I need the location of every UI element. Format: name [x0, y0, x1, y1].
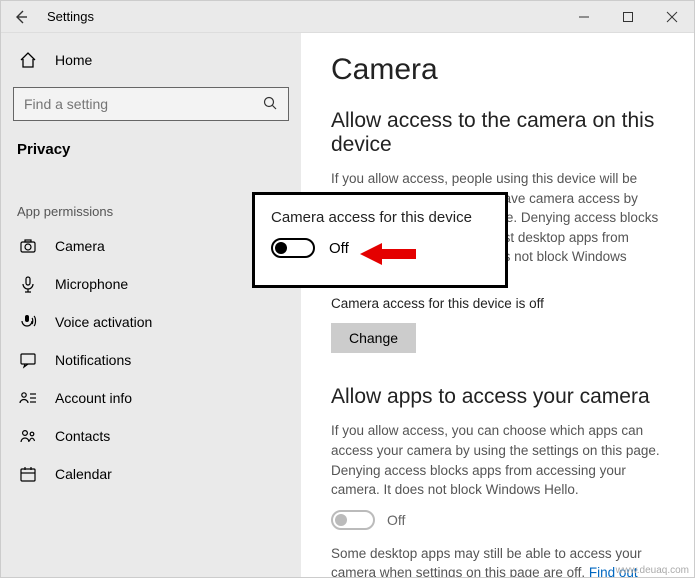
contacts-icon	[19, 427, 37, 445]
toggle-label: Off	[329, 240, 349, 257]
window-body: Home Privacy App permissions Camera	[1, 33, 694, 577]
toggle-track	[271, 238, 315, 258]
toggle-knob	[335, 514, 347, 526]
close-button[interactable]	[650, 1, 694, 33]
maximize-icon	[622, 11, 634, 23]
sidebar-item-label: Microphone	[55, 276, 128, 292]
sidebar-item-label: Contacts	[55, 428, 110, 444]
voice-icon	[19, 313, 37, 331]
maximize-button[interactable]	[606, 1, 650, 33]
content-pane: Camera Allow access to the camera on thi…	[301, 33, 694, 577]
toggle-knob	[275, 242, 287, 254]
section-body-app-access: If you allow access, you can choose whic…	[331, 421, 664, 499]
titlebar: Settings	[1, 1, 694, 33]
sidebar-item-voice-activation[interactable]: Voice activation	[1, 303, 301, 341]
sidebar-item-notifications[interactable]: Notifications	[1, 341, 301, 379]
search-box[interactable]	[13, 87, 289, 121]
close-icon	[666, 11, 678, 23]
microphone-icon	[19, 275, 37, 293]
device-access-toggle[interactable]: Off	[271, 238, 489, 258]
sidebar-item-label: Calendar	[55, 466, 112, 482]
search-input[interactable]	[24, 96, 262, 112]
sidebar-item-label: Account info	[55, 390, 132, 406]
popup-title: Camera access for this device	[271, 209, 489, 226]
watermark: www.deuaq.com	[616, 565, 689, 576]
back-button[interactable]	[1, 9, 41, 25]
sidebar-item-label: Notifications	[55, 352, 131, 368]
desktop-apps-note: Some desktop apps may still be able to a…	[331, 544, 664, 577]
section-title-app-access: Allow apps to access your camera	[331, 385, 664, 409]
sidebar-item-calendar[interactable]: Calendar	[1, 455, 301, 493]
camera-icon	[19, 237, 37, 255]
settings-window: Settings Home	[0, 0, 695, 578]
page-heading: Camera	[331, 53, 664, 87]
search-icon	[262, 95, 278, 114]
notifications-icon	[19, 351, 37, 369]
sidebar: Home Privacy App permissions Camera	[1, 33, 301, 577]
home-icon	[19, 51, 37, 69]
window-controls	[562, 1, 694, 33]
camera-access-popup: Camera access for this device Off	[252, 192, 508, 288]
section-title-device-access: Allow access to the camera on this devic…	[331, 109, 664, 157]
back-arrow-icon	[13, 9, 29, 25]
minimize-icon	[578, 11, 590, 23]
calendar-icon	[19, 465, 37, 483]
nav-home[interactable]: Home	[1, 41, 301, 79]
sidebar-item-label: Camera	[55, 238, 105, 254]
device-access-status: Camera access for this device is off	[331, 296, 664, 311]
change-button[interactable]: Change	[331, 323, 416, 353]
toggle-label: Off	[387, 512, 405, 528]
nav-home-label: Home	[55, 52, 92, 68]
window-title: Settings	[47, 9, 94, 24]
account-icon	[19, 389, 37, 407]
minimize-button[interactable]	[562, 1, 606, 33]
sidebar-item-contacts[interactable]: Contacts	[1, 417, 301, 455]
toggle-track	[331, 510, 375, 530]
sidebar-section-title: Privacy	[1, 135, 301, 178]
sidebar-item-label: Voice activation	[55, 314, 152, 330]
app-access-toggle[interactable]: Off	[331, 510, 664, 530]
sidebar-item-account-info[interactable]: Account info	[1, 379, 301, 417]
